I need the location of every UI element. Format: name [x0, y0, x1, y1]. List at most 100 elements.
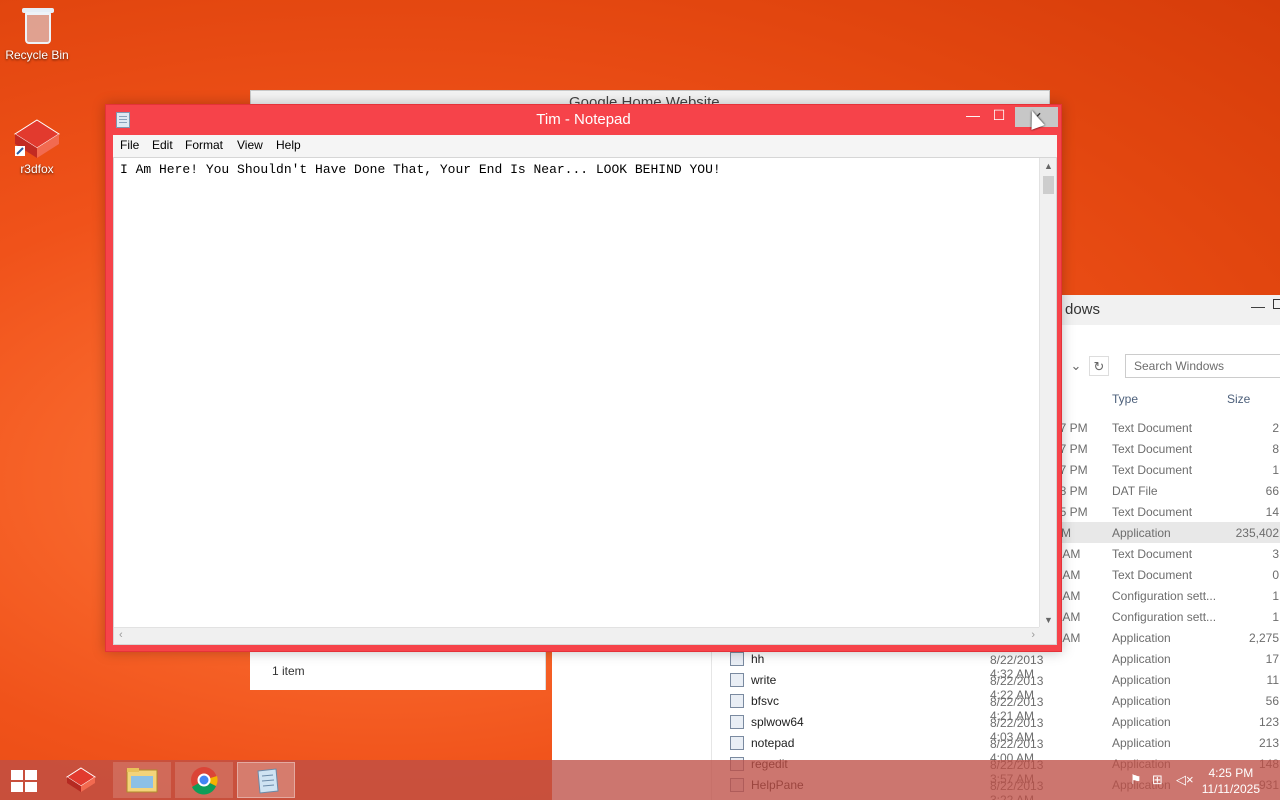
- file-type: Application: [1112, 736, 1171, 750]
- clock-time: 4:25 PM: [1208, 766, 1254, 780]
- menu-edit[interactable]: Edit: [152, 138, 173, 152]
- file-row[interactable]: Application 213: [1051, 732, 1280, 753]
- file-row[interactable]: notepad 8/22/2013 4:00 AM: [730, 733, 1060, 765]
- file-type: Application: [1112, 631, 1171, 645]
- flag-icon[interactable]: ⚑: [1130, 772, 1142, 788]
- file-size: 213: [1258, 736, 1279, 750]
- taskbar-explorer-button[interactable]: [113, 762, 171, 798]
- file-row[interactable]: write 8/22/2013 4:22 AM: [730, 670, 1060, 702]
- explorer-dropdown-icon[interactable]: ⌄: [1066, 356, 1086, 376]
- file-explorer-window[interactable]: dows — ⌄ ↻ Search Windows Type Size 57 P…: [1050, 295, 1280, 800]
- chrome-taskbar-icon: [191, 767, 218, 795]
- file-type: Application: [1112, 526, 1171, 540]
- taskbar-chrome-button[interactable]: [175, 762, 233, 798]
- menu-view[interactable]: View: [237, 138, 263, 152]
- file-type: Text Document: [1112, 463, 1193, 477]
- file-row[interactable]: Application 123: [1051, 711, 1280, 732]
- scroll-up-icon[interactable]: ▲: [1040, 158, 1057, 174]
- vertical-scrollbar[interactable]: ▲ ▼: [1039, 158, 1056, 628]
- file-name: splwow64: [751, 715, 804, 729]
- menu-bar: File Edit Format View Help: [113, 135, 1057, 157]
- file-row[interactable]: AM Application 235,402: [1051, 522, 1280, 543]
- explorer-title-bar[interactable]: dows —: [1051, 295, 1280, 325]
- notepad-title: Tim - Notepad: [536, 111, 631, 128]
- file-row[interactable]: 57 PM Text Document 1: [1051, 459, 1280, 480]
- file-type: Text Document: [1112, 505, 1193, 519]
- scroll-thumb[interactable]: [1043, 176, 1054, 194]
- file-name: notepad: [751, 736, 795, 750]
- explorer-minimize-button[interactable]: —: [1251, 298, 1265, 314]
- recycle-bin-desktop-icon[interactable]: Recycle Bin: [1, 6, 73, 62]
- file-type: Text Document: [1112, 421, 1193, 435]
- column-header-type[interactable]: Type: [1112, 392, 1138, 406]
- file-row[interactable]: 9 AM Application 2,275: [1051, 627, 1280, 648]
- r3dfox-desktop-icon[interactable]: r3dfox: [1, 118, 73, 176]
- application-file-icon: [730, 715, 744, 729]
- scroll-corner: [1039, 627, 1056, 644]
- file-name: bfsvc: [751, 694, 780, 708]
- file-size: 0: [1272, 568, 1279, 582]
- notepad-text-area[interactable]: I Am Here! You Shouldn't Have Done That,…: [113, 157, 1057, 645]
- file-size: 1: [1272, 610, 1279, 624]
- file-type: Configuration sett...: [1112, 589, 1217, 603]
- file-row[interactable]: 57 PM Text Document 2: [1051, 417, 1280, 438]
- maximize-button[interactable]: ☐: [984, 105, 1014, 127]
- column-header-size[interactable]: Size: [1227, 392, 1250, 406]
- file-row[interactable]: 7 AM Text Document 3: [1051, 543, 1280, 564]
- notepad-taskbar-icon: [257, 768, 279, 794]
- status-item-count: 1 item: [272, 664, 305, 678]
- scroll-right-icon[interactable]: ›: [1031, 629, 1035, 641]
- notepad-window[interactable]: Tim - Notepad — ☐ ✕ File Edit Format Vie…: [105, 104, 1062, 652]
- file-row[interactable]: 5 AM Configuration sett... 1: [1051, 606, 1280, 627]
- file-type: Application: [1112, 673, 1171, 687]
- notepad-content: I Am Here! You Shouldn't Have Done That,…: [120, 162, 721, 177]
- file-size: 235,402: [1235, 526, 1279, 540]
- file-row[interactable]: 5 AM Configuration sett... 1: [1051, 585, 1280, 606]
- clock[interactable]: 4:25 PM 11/11/2025: [1202, 765, 1260, 797]
- application-file-icon: [730, 652, 744, 666]
- system-tray: ⚑ ⊞ ◁× 4:25 PM 11/11/2025: [1120, 760, 1280, 800]
- taskbar: ⚑ ⊞ ◁× 4:25 PM 11/11/2025: [0, 760, 1280, 800]
- file-type: DAT File: [1112, 484, 1158, 498]
- file-row[interactable]: splwow64 8/22/2013 4:03 AM: [730, 712, 1060, 744]
- menu-file[interactable]: File: [120, 138, 139, 152]
- file-type: Application: [1112, 694, 1171, 708]
- file-row[interactable]: 57 PM Text Document 8: [1051, 438, 1280, 459]
- volume-icon[interactable]: ◁×: [1176, 772, 1194, 788]
- file-row[interactable]: 15 PM Text Document 14: [1051, 501, 1280, 522]
- file-row[interactable]: Application 17: [1051, 648, 1280, 669]
- menu-format[interactable]: Format: [185, 138, 223, 152]
- start-button[interactable]: [11, 770, 39, 792]
- file-size: 123: [1258, 715, 1279, 729]
- explorer-maximize-button[interactable]: [1273, 299, 1280, 309]
- taskbar-notepad-button[interactable]: [237, 762, 295, 798]
- file-type: Application: [1112, 715, 1171, 729]
- scroll-left-icon[interactable]: ‹: [119, 629, 123, 641]
- recycle-bin-label: Recycle Bin: [5, 48, 69, 62]
- folder-taskbar-icon: [126, 768, 158, 793]
- network-icon[interactable]: ⊞: [1152, 772, 1163, 788]
- file-size: 2: [1272, 421, 1279, 435]
- file-row[interactable]: bfsvc 8/22/2013 4:21 AM: [730, 691, 1060, 723]
- file-row[interactable]: Application 11: [1051, 669, 1280, 690]
- file-size: 14: [1265, 505, 1279, 519]
- explorer-title: dows: [1065, 301, 1101, 318]
- file-row[interactable]: 5 AM Text Document 0: [1051, 564, 1280, 585]
- horizontal-scrollbar[interactable]: ‹ ›: [114, 627, 1040, 644]
- file-name: hh: [751, 652, 765, 666]
- explorer-refresh-icon[interactable]: ↻: [1089, 356, 1109, 376]
- application-file-icon: [730, 736, 744, 750]
- taskbar-r3dfox-button[interactable]: [52, 762, 110, 798]
- background-window-statusbar: 1 item: [250, 652, 546, 690]
- file-size: 8: [1272, 442, 1279, 456]
- menu-help[interactable]: Help: [276, 138, 301, 152]
- search-input[interactable]: Search Windows: [1125, 354, 1280, 378]
- scroll-down-icon[interactable]: ▼: [1040, 612, 1057, 628]
- file-row[interactable]: hh 8/22/2013 4:32 AM: [730, 649, 1060, 681]
- file-size: 66: [1265, 484, 1279, 498]
- file-row[interactable]: Application 56: [1051, 690, 1280, 711]
- file-size: 56: [1265, 694, 1279, 708]
- notepad-title-bar[interactable]: Tim - Notepad — ☐ ✕: [106, 105, 1061, 135]
- file-size: 17: [1265, 652, 1279, 666]
- file-row[interactable]: 08 PM DAT File 66: [1051, 480, 1280, 501]
